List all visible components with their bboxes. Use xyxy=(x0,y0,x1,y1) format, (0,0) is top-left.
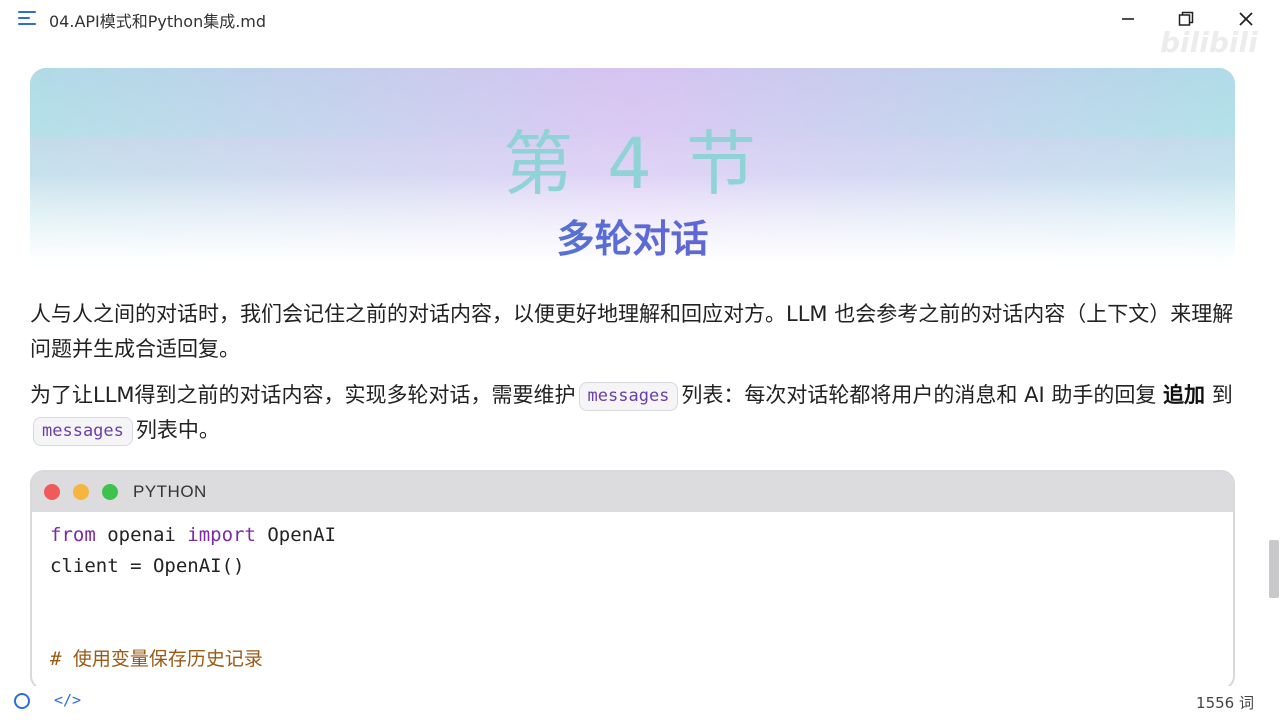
green-dot-icon xyxy=(102,484,118,500)
paragraph-text: 列表中。 xyxy=(135,418,220,442)
code-line: client = OpenAI() xyxy=(50,555,245,577)
paragraph-text: 列表：每次对话轮都将用户的消息和 AI 助手的回复 xyxy=(681,383,1157,407)
status-bar: </> 1556 词 xyxy=(0,686,1280,720)
code-keyword: from xyxy=(50,524,96,546)
paragraph-text: 为了让LLM得到之前的对话内容，实现多轮对话，需要维护 xyxy=(30,383,576,407)
section-banner: 第 4 节 多轮对话 xyxy=(30,68,1235,264)
inline-code: messages xyxy=(578,381,679,411)
title-bar: 04.API模式和Python集成.md xyxy=(0,0,1280,36)
menu-icon[interactable] xyxy=(18,11,38,27)
word-count: 1556 词 xyxy=(1196,694,1254,712)
restore-icon xyxy=(1178,11,1194,26)
code-text: OpenAI xyxy=(255,524,336,546)
bold-text: 追加 xyxy=(1163,383,1206,407)
code-block[interactable]: PYTHON from openai import OpenAI client … xyxy=(30,470,1235,690)
section-subtitle: 多轮对话 xyxy=(30,208,1235,263)
yellow-dot-icon xyxy=(73,484,89,500)
code-comment: # 使用变量保存历史记录 xyxy=(50,648,263,670)
intro-paragraph: 人与人之间的对话时，我们会记住之前的对话内容，以便更好地理解和回应对方。LLM … xyxy=(30,302,1234,361)
code-body[interactable]: from openai import OpenAI client = OpenA… xyxy=(32,512,1233,683)
code-keyword: import xyxy=(187,524,256,546)
document-title: 04.API模式和Python集成.md xyxy=(49,12,267,31)
bilibili-watermark: bilibili xyxy=(1160,26,1258,59)
code-text: openai xyxy=(95,524,188,546)
outline-toggle-icon[interactable] xyxy=(14,693,30,709)
vertical-scrollbar[interactable] xyxy=(1269,540,1279,598)
paragraph-text: 到 xyxy=(1211,383,1233,407)
code-line: from openai import OpenAI xyxy=(50,520,1215,551)
inline-code: messages xyxy=(33,416,133,446)
messages-paragraph: 为了让LLM得到之前的对话内容，实现多轮对话，需要维护 messages 列表：每次… xyxy=(30,378,1240,448)
close-icon xyxy=(1239,12,1253,26)
red-dot-icon xyxy=(44,484,60,500)
source-code-toggle[interactable]: </> xyxy=(54,691,81,709)
minimize-button[interactable] xyxy=(1114,6,1142,32)
section-number-heading: 第 4 节 xyxy=(502,123,763,205)
minimize-icon xyxy=(1122,18,1134,20)
code-language-label: PYTHON xyxy=(133,482,207,501)
code-block-header: PYTHON xyxy=(32,472,1233,512)
